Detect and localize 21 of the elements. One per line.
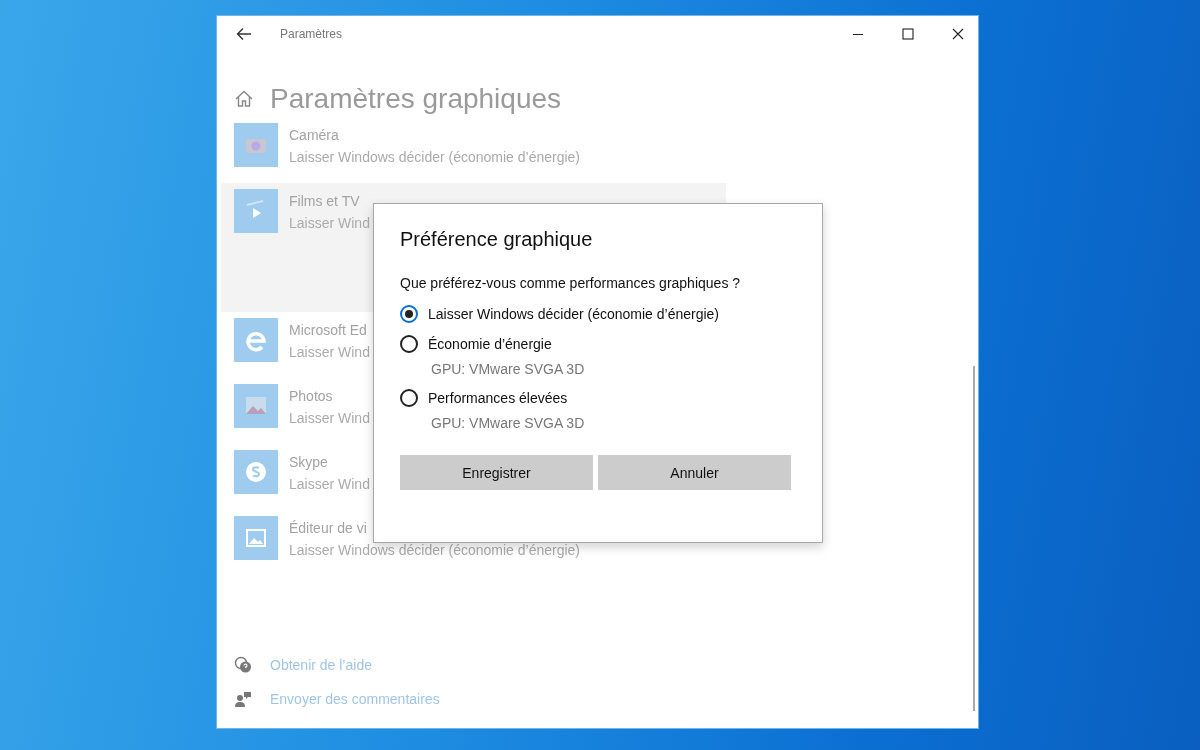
dialog-question: Que préférez-vous comme performances graphiques ?	[400, 275, 742, 291]
dialog-title: Préférence graphique	[400, 228, 594, 251]
app-name: Films et TV	[289, 193, 361, 209]
page-title: Paramètres graphiques	[270, 82, 562, 116]
app-name: Éditeur de vi	[289, 520, 368, 536]
option-label: Laisser Windows décider (économie d’énergie)	[428, 306, 720, 322]
option-label: Performances élevées	[428, 390, 568, 406]
app-preference: Laisser Windows décider (économie d’énergie)	[289, 542, 581, 558]
app-preference: Laisser Windows décider (économie d’énergie)	[289, 149, 581, 165]
app-name: Microsoft Ed	[289, 322, 368, 338]
app-preference: Laisser Wind	[289, 344, 370, 360]
app-preference: Laisser Wind	[289, 476, 370, 492]
app-preference: Laisser Wind	[289, 410, 370, 426]
option-detail: GPU: VMware SVGA 3D	[430, 361, 586, 377]
app-name: Skype	[289, 454, 329, 470]
app-name: Photos	[289, 388, 334, 404]
option-detail: GPU: VMware SVGA 3D	[430, 415, 586, 431]
app-name: Caméra	[289, 127, 340, 143]
app-preference: Laisser Wind	[289, 215, 370, 231]
option-label: Économie d’énergie	[428, 336, 552, 352]
window-title: Paramètres	[280, 26, 343, 41]
